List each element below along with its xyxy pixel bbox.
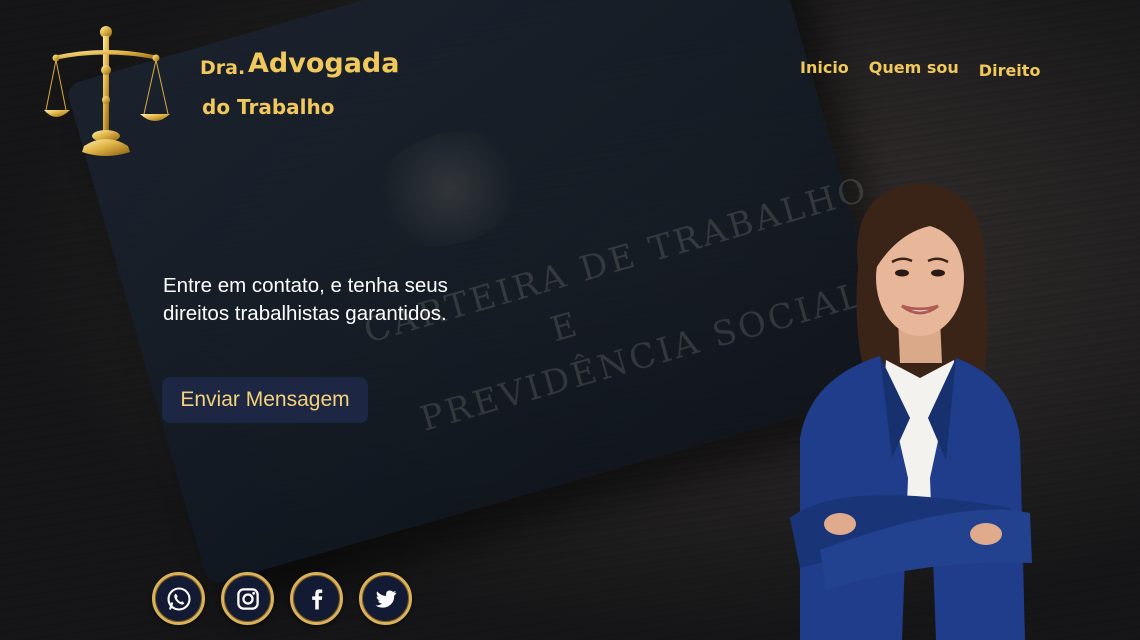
whatsapp-icon[interactable] <box>152 572 205 625</box>
nav-item-inicio[interactable]: Inicio <box>800 58 849 80</box>
nav-item-direito[interactable]: Direito <box>979 61 1041 80</box>
book-emblem <box>356 114 541 264</box>
social-links <box>152 572 412 625</box>
nav-item-quem-sou[interactable]: Quem sou <box>869 58 959 80</box>
brand-prefix: Dra. <box>200 57 246 79</box>
facebook-icon[interactable] <box>290 572 343 625</box>
instagram-icon[interactable] <box>221 572 274 625</box>
twitter-icon[interactable] <box>359 572 412 625</box>
brand-subtitle: do Trabalho <box>202 95 335 119</box>
main-nav: Inicio Quem sou Direito <box>800 58 1040 80</box>
scales-of-justice-icon <box>44 26 170 156</box>
lawyer-photo <box>790 183 1032 640</box>
send-message-button[interactable]: Enviar Mensagem <box>162 377 368 423</box>
hero-text: Entre em contato, e tenha seus direitos … <box>163 274 448 325</box>
brand-title: Advogada <box>248 48 400 79</box>
book-text-line2: E <box>546 304 585 351</box>
